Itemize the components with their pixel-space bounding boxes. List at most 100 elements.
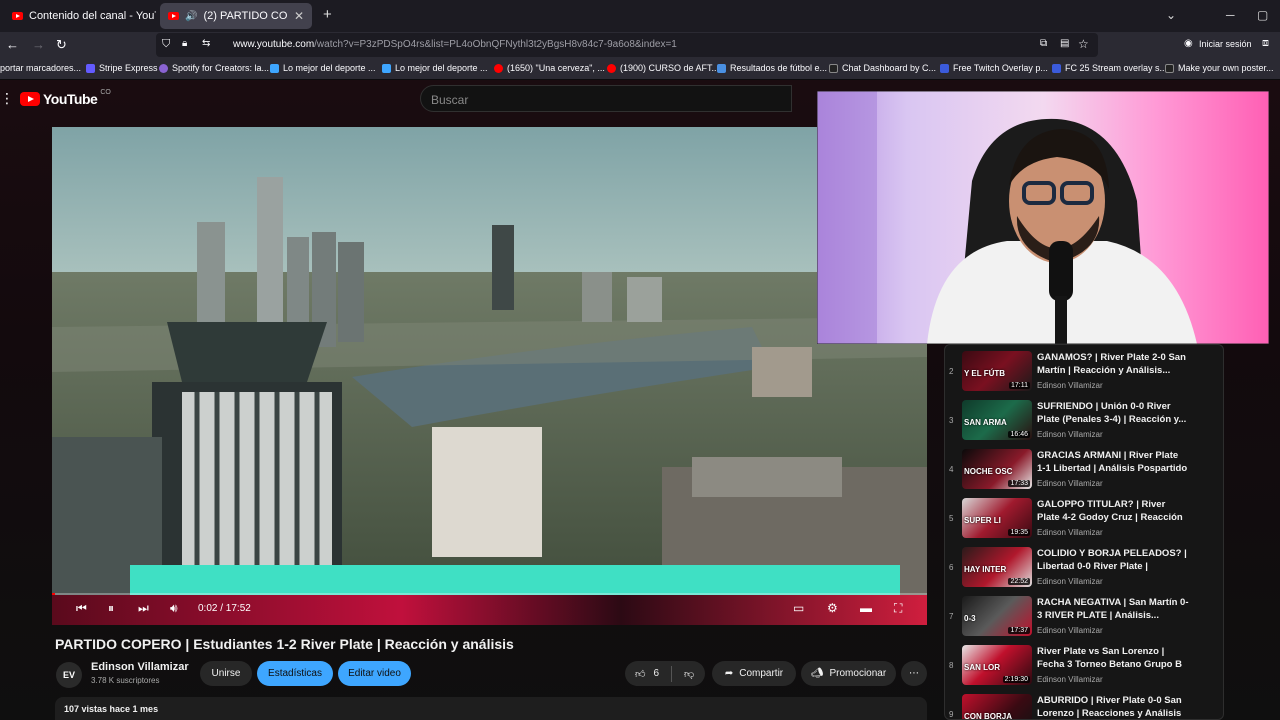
- channel-name[interactable]: Edinson Villamizar: [91, 661, 189, 673]
- playlist-item[interactable]: 6 HAY INTER 22:52 COLIDIO Y BORJA PELEADO…: [945, 543, 1223, 591]
- like-count: 6: [653, 667, 660, 679]
- back-arrow-icon[interactable]: ←: [6, 37, 19, 52]
- playlist-item-title[interactable]: River Plate vs San Lorenzo | Fecha 3 Tor…: [1037, 645, 1189, 671]
- playlist-panel: 2 Y EL FÚTB 17:11 GANAMOS? | River Plate …: [944, 344, 1224, 720]
- youtube-logo-icon: [20, 92, 40, 106]
- settings-gear-icon[interactable]: ⚙: [827, 601, 838, 615]
- bookmarks-bar: portar marcadores... Stripe Express Spot…: [0, 58, 1280, 80]
- tab-channel-content[interactable]: Contenido del canal - YouTube ✕: [4, 3, 156, 29]
- bookmark-item[interactable]: Free Twitch Overlay p...: [940, 63, 1048, 73]
- video-thumbnail[interactable]: SAN LOR 2:19:30: [962, 645, 1032, 685]
- bookmark-item[interactable]: (1650) "Una cerveza", ...: [494, 63, 605, 73]
- browser-tab-bar: Contenido del canal - YouTube ✕ 🔊 (2) PA…: [0, 0, 1280, 32]
- video-thumbnail[interactable]: CON BORJA: [962, 694, 1032, 719]
- theater-mode-icon[interactable]: ▬: [860, 601, 872, 615]
- playlist-item-title[interactable]: GRACIAS ARMANI | River Plate 1-1 Liberta…: [1037, 449, 1189, 475]
- youtube-icon: [607, 63, 616, 73]
- promote-button[interactable]: 📣︎ Promocionar: [801, 661, 896, 686]
- video-thumbnail[interactable]: Y EL FÚTB 17:11: [962, 351, 1032, 391]
- edit-video-button[interactable]: Editar video: [338, 661, 411, 686]
- picture-in-picture-icon[interactable]: ⧉: [1040, 38, 1047, 49]
- permissions-icon[interactable]: ⇆: [202, 38, 210, 49]
- reader-view-icon[interactable]: ▤: [1060, 38, 1069, 49]
- address-bar[interactable]: ⛉ 🔒︎ ⇆ www.youtube.com/watch?v=P3zPDSpO4…: [156, 33, 1098, 57]
- video-thumbnail[interactable]: SAN ARMA 16:46: [962, 400, 1032, 440]
- playlist-item-title[interactable]: SUFRIENDO | Unión 0-0 River Plate (Penal…: [1037, 400, 1189, 426]
- youtube-favicon-icon: [168, 12, 179, 20]
- new-tab-button[interactable]: +: [323, 6, 332, 23]
- speaker-icon: 🔊: [185, 10, 198, 22]
- webcam-overlay: [817, 91, 1269, 344]
- playlist-item[interactable]: 8 SAN LOR 2:19:30 River Plate vs San Lore…: [945, 641, 1223, 689]
- youtube-favicon-icon: [12, 12, 23, 20]
- playlist-item[interactable]: 3 SAN ARMA 16:46 SUFRIENDO | Unión 0-0 Ri…: [945, 396, 1223, 444]
- tab-list-chevron-icon[interactable]: ⌄: [1166, 8, 1176, 22]
- url-text[interactable]: www.youtube.com/watch?v=P3zPDSpO4rs&list…: [233, 39, 677, 50]
- megaphone-icon: 📣︎: [810, 668, 824, 679]
- playlist-item[interactable]: 9 CON BORJA ABURRIDO | River Plate 0-0 S…: [945, 690, 1223, 719]
- dislike-button[interactable]: 👎︎: [684, 668, 694, 680]
- playlist-item[interactable]: 5 SUPER LI 19:35 GALOPPO TITULAR? | River…: [945, 494, 1223, 542]
- bookmark-star-icon[interactable]: ☆: [1078, 37, 1089, 51]
- forward-arrow-icon[interactable]: →: [32, 37, 45, 52]
- video-thumbnail[interactable]: NOCHE OSC 17:33: [962, 449, 1032, 489]
- close-tab-icon[interactable]: ✕: [294, 9, 304, 23]
- pause-icon[interactable]: ⏸: [108, 601, 114, 616]
- fullscreen-icon[interactable]: ⛶: [894, 601, 902, 616]
- stats-button[interactable]: Estadísticas: [257, 661, 333, 686]
- previous-icon[interactable]: ⏮: [76, 601, 87, 616]
- video-player[interactable]: ⏮ ⏸ ⏭ 🔊︎ 0:02 / 17:52 ▭ ⚙ ▬ ⛶: [52, 127, 927, 625]
- share-button[interactable]: ➦ Compartir: [712, 661, 796, 686]
- playlist-item-title[interactable]: GANAMOS? | River Plate 2-0 San Martín | …: [1037, 351, 1189, 377]
- sports-site-icon: [270, 63, 279, 73]
- lock-icon[interactable]: 🔒︎: [182, 38, 187, 49]
- bookmark-item[interactable]: Lo mejor del deporte ...: [270, 63, 376, 73]
- search-input[interactable]: Buscar: [420, 85, 792, 112]
- playlist-item-channel: Edinson Villamizar: [1037, 675, 1103, 684]
- youtube-logo[interactable]: YouTube CO: [20, 89, 111, 107]
- video-thumbnail[interactable]: HAY INTER 22:52: [962, 547, 1032, 587]
- results-icon: [717, 63, 726, 73]
- bookmark-item[interactable]: FC 25 Stream overlay s...: [1052, 63, 1167, 73]
- description-box[interactable]: 107 vistas hace 1 mes: [55, 697, 927, 720]
- maximize-button[interactable]: ▢: [1257, 8, 1268, 22]
- tab-label: Contenido del canal - YouTube: [29, 10, 156, 22]
- bookmark-item[interactable]: portar marcadores...: [0, 63, 81, 73]
- sign-in-button[interactable]: Iniciar sesión: [1199, 39, 1252, 49]
- bookmark-item[interactable]: Spotify for Creators: la...: [159, 63, 269, 73]
- playlist-item-title[interactable]: GALOPPO TITULAR? | River Plate 4-2 Godoy…: [1037, 498, 1189, 524]
- channel-avatar[interactable]: EV: [56, 662, 82, 688]
- bookmark-item[interactable]: (1900) CURSO de AFT...: [607, 63, 719, 73]
- minimize-button[interactable]: ─: [1226, 8, 1235, 22]
- like-button[interactable]: 👍︎ 6: [635, 668, 659, 680]
- video-thumbnail[interactable]: 0-3 17:37: [962, 596, 1032, 636]
- overlay-icon: [1052, 63, 1061, 73]
- shield-icon[interactable]: ⛉: [162, 38, 170, 51]
- playlist-item-title[interactable]: COLIDIO Y BORJA PELEADOS? | Libertad 0-0…: [1037, 547, 1189, 573]
- next-icon[interactable]: ⏭: [138, 601, 149, 616]
- bookmark-item[interactable]: Resultados de fútbol e...: [717, 63, 827, 73]
- menu-icon[interactable]: ⋮: [0, 90, 14, 107]
- bookmark-item[interactable]: Stripe Express: [86, 63, 158, 73]
- bookmark-item[interactable]: Make your own poster...: [1165, 63, 1274, 73]
- extensions-icon[interactable]: ⧈: [1262, 37, 1269, 50]
- sports-site-icon: [382, 63, 391, 73]
- account-icon[interactable]: ◉: [1184, 38, 1193, 49]
- tab-current-video[interactable]: 🔊 (2) PARTIDO COPERO | Estu ✕: [160, 3, 312, 29]
- volume-icon[interactable]: 🔊︎: [170, 601, 178, 616]
- playlist-item[interactable]: 4 NOCHE OSC 17:33 GRACIAS ARMANI | River …: [945, 445, 1223, 493]
- playlist-item[interactable]: 7 0-3 17:37 RACHA NEGATIVA | San Martín 0…: [945, 592, 1223, 640]
- playlist-item-title[interactable]: ABURRIDO | River Plate 0-0 San Lorenzo |…: [1037, 694, 1189, 719]
- reload-icon[interactable]: ↻: [56, 37, 67, 53]
- bookmark-item[interactable]: Lo mejor del deporte ...: [382, 63, 488, 73]
- bookmark-item[interactable]: Chat Dashboard by C...: [829, 63, 936, 73]
- video-thumbnail[interactable]: SUPER LI 19:35: [962, 498, 1032, 538]
- playlist-item-channel: Edinson Villamizar: [1037, 430, 1103, 439]
- playlist-item-title[interactable]: RACHA NEGATIVA | San Martín 0-3 RIVER PL…: [1037, 596, 1189, 622]
- more-actions-button[interactable]: ⋯: [901, 661, 927, 686]
- join-button[interactable]: Unirse: [200, 661, 252, 686]
- thumbs-up-icon: 👍︎: [635, 668, 646, 680]
- playlist-item[interactable]: 2 Y EL FÚTB 17:11 GANAMOS? | River Plate …: [945, 347, 1223, 395]
- divider: [671, 665, 673, 682]
- subtitles-icon[interactable]: ▭: [793, 601, 804, 615]
